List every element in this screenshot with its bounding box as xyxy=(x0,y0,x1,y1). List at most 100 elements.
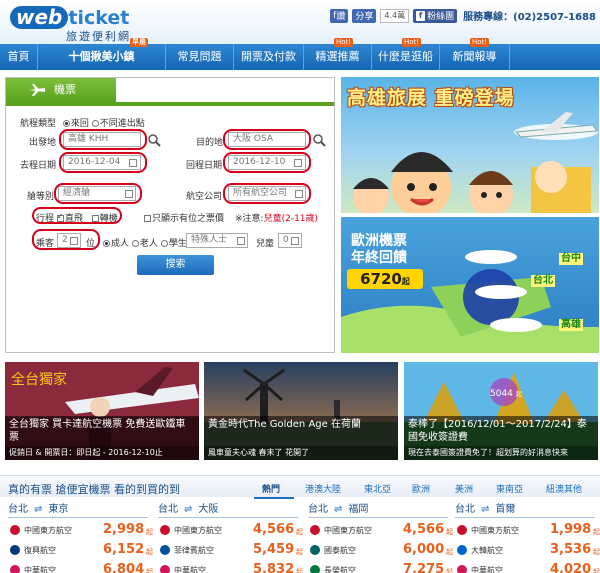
seats-only-checkbox[interactable] xyxy=(144,215,151,222)
fare-row[interactable]: 復興航空 6,152 起 xyxy=(8,541,153,561)
fb-share-button[interactable]: 分享 xyxy=(352,8,377,23)
banner2-title-line1: 歐洲機票 xyxy=(351,233,407,249)
nav-news[interactable]: 新聞報導 Hot! xyxy=(440,38,510,70)
cabin-label: 艙等別 xyxy=(27,192,55,202)
price-unit: 起 xyxy=(593,568,600,573)
pax-senior-radio[interactable] xyxy=(131,240,139,247)
europe-ticket-banner[interactable]: 歐洲機票 年終回饋 6720起 台中 台北 高雄 xyxy=(341,217,599,353)
trip-type-label: 航程類型 xyxy=(20,119,57,129)
price-unit: 起 xyxy=(446,568,453,573)
route-header[interactable]: 台北 ⇌ 福岡 xyxy=(308,503,448,518)
pax-special-select[interactable]: 特殊人士 xyxy=(186,233,248,248)
search-icon[interactable] xyxy=(313,134,326,147)
fare-price: 1,998 xyxy=(550,522,592,537)
fare-row[interactable]: 國泰航空 6,000 起 xyxy=(308,541,453,561)
airplane-icon xyxy=(29,84,45,96)
tab-ne-asia[interactable]: 東北亞 xyxy=(364,482,391,495)
price-unit: 起 xyxy=(593,548,600,556)
banner2-price: 6720起 xyxy=(347,269,423,289)
trip-openjaw-radio[interactable] xyxy=(91,120,99,127)
nav-ten-towns[interactable]: 十個揪美小鎮 早鳥 xyxy=(38,38,166,70)
trip-round-label: 來回 xyxy=(70,119,89,129)
fare-row[interactable]: 中華航空 6,804 起 xyxy=(8,561,153,573)
airline-logo-icon xyxy=(457,545,467,555)
route-header[interactable]: 台北 ⇌ 首爾 xyxy=(455,503,595,518)
route-to: 東京 xyxy=(48,504,69,515)
tab-hot[interactable]: 熱門 xyxy=(262,482,280,495)
fb-share-label: 分享 xyxy=(355,12,374,22)
search-icon[interactable] xyxy=(148,134,161,147)
tab-flights[interactable]: 機票 xyxy=(6,78,116,102)
fare-row[interactable]: 中國東方航空 1,998 起 xyxy=(455,521,600,541)
airline-label: 航空公司 xyxy=(186,192,223,202)
promo-card[interactable]: 5044 起 泰棒了【2016/12/01～2017/2/24】泰國免收簽證費 … xyxy=(404,362,598,460)
airline-name: 國泰航空 xyxy=(324,546,356,555)
nav-cruise[interactable]: 什麼是逛船 Hot! xyxy=(372,38,440,70)
qatar-logo-text: 全台獨家 xyxy=(11,371,67,388)
route-header[interactable]: 台北 ⇌ 大阪 xyxy=(158,503,298,518)
nav-news-label: 新聞報導 xyxy=(452,50,497,63)
fares-title: 真的有票 搶便宜機票 看的到買的到 xyxy=(8,483,180,496)
tab-americas[interactable]: 美洲 xyxy=(455,482,473,495)
promo-card[interactable]: 全台獨家 全台獨家 買卡達航空機票 免費送歐鐵車票 促銷日 & 開票日：即日起 … xyxy=(5,362,199,460)
pax-student-radio[interactable] xyxy=(160,240,168,247)
route-header[interactable]: 台北 ⇌ 東京 xyxy=(8,503,148,518)
fare-row[interactable]: 大韓航空 3,536 起 xyxy=(455,541,600,561)
fare-price: 4,566 xyxy=(253,522,295,537)
promo-card[interactable]: 黃金時代The Golden Age 在荷蘭 風車童夫心魂 春末了 花開了 xyxy=(204,362,398,460)
pax-senior-label: 老人 xyxy=(139,239,158,249)
fare-price: 3,536 xyxy=(550,542,592,557)
seats-only-row: 只顯示有位之票價 xyxy=(144,211,224,224)
dest-label: 目的地 xyxy=(196,138,224,148)
swap-arrows-icon: ⇌ xyxy=(34,504,43,515)
airline-logo-icon xyxy=(310,525,320,535)
nav-home[interactable]: 首頁 xyxy=(0,44,38,70)
nav-badge: 早鳥 xyxy=(130,38,148,47)
tab-oceania-other[interactable]: 紐澳其他 xyxy=(546,482,582,495)
fare-row[interactable]: 中華航空 5,832 起 xyxy=(158,561,303,573)
pax-adult-radio[interactable] xyxy=(103,240,110,247)
fare-row[interactable]: 菲律賓航空 5,459 起 xyxy=(158,541,303,561)
facebook-icon: f xyxy=(416,10,426,21)
fare-row[interactable]: 中華航空 4,020 起 xyxy=(455,561,600,573)
fare-row[interactable]: 長榮航空 7,275 起 xyxy=(308,561,453,573)
flight-search-panel: 機票 航程類型 來回 不同進出點 出發地 高雄 KHH 目的地 大阪 OSA 去… xyxy=(5,77,335,353)
route-to: 福岡 xyxy=(348,504,369,515)
seats-only-label: 只顯示有位之票價 xyxy=(152,214,225,224)
fare-row[interactable]: 中國東方航空 4,566 起 xyxy=(308,521,453,541)
price-unit: 起 xyxy=(593,528,600,536)
fb-like-button[interactable]: f讚 xyxy=(330,8,349,23)
route-from: 台北 xyxy=(158,504,178,515)
webticket-logo[interactable]: web ticket 旅遊便利網 xyxy=(10,6,129,43)
return-date-label: 回程日期 xyxy=(186,161,223,171)
fare-row[interactable]: 中國東方航空 4,566 起 xyxy=(158,521,303,541)
highlight-ring xyxy=(32,229,100,250)
pax-child-select[interactable]: 0 xyxy=(278,233,302,248)
fare-row[interactable]: 中國東方航空 2,998 起 xyxy=(8,521,153,541)
tab-europe[interactable]: 歐洲 xyxy=(412,482,430,495)
banner2-title-line2: 年終回饋 xyxy=(351,250,407,266)
banner1-illustration xyxy=(353,112,598,213)
note-row: ※注意:兒童(2-11歲) xyxy=(235,211,318,224)
kaohsiung-expo-banner[interactable]: 高雄旅展 重磅登場 xyxy=(341,77,599,213)
nav-faq[interactable]: 常見問題 xyxy=(166,44,234,70)
note-label: ※注意: xyxy=(235,214,264,224)
highlight-ring xyxy=(223,129,311,150)
nav-featured[interactable]: 精選推薦 Hot! xyxy=(304,38,372,70)
route-from: 台北 xyxy=(8,504,28,515)
promo-card-sub: 風車童夫心魂 春末了 花開了 xyxy=(204,446,398,460)
route-from: 台北 xyxy=(308,504,328,515)
tab-se-asia[interactable]: 東南亞 xyxy=(496,482,523,495)
airline-name: 中華航空 xyxy=(174,566,206,573)
highlight-ring xyxy=(54,183,142,204)
trip-round-radio[interactable] xyxy=(62,120,70,127)
fb-fanpage-button[interactable]: f 粉絲團 xyxy=(413,8,458,23)
airline-name: 中華航空 xyxy=(471,566,503,573)
search-button[interactable]: 搜索 xyxy=(137,255,214,275)
swap-arrows-icon: ⇌ xyxy=(184,504,193,515)
promo-card-sub: 促銷日 & 開票日：即日起 - 2016-12-10止 xyxy=(5,446,199,460)
nav-payment[interactable]: 開票及付款 xyxy=(234,44,304,70)
airline-name: 復興航空 xyxy=(24,546,56,555)
tab-hkmo-china[interactable]: 港澳大陸 xyxy=(305,482,341,495)
nav-ten-towns-label: 十個揪美小鎮 xyxy=(68,50,135,63)
